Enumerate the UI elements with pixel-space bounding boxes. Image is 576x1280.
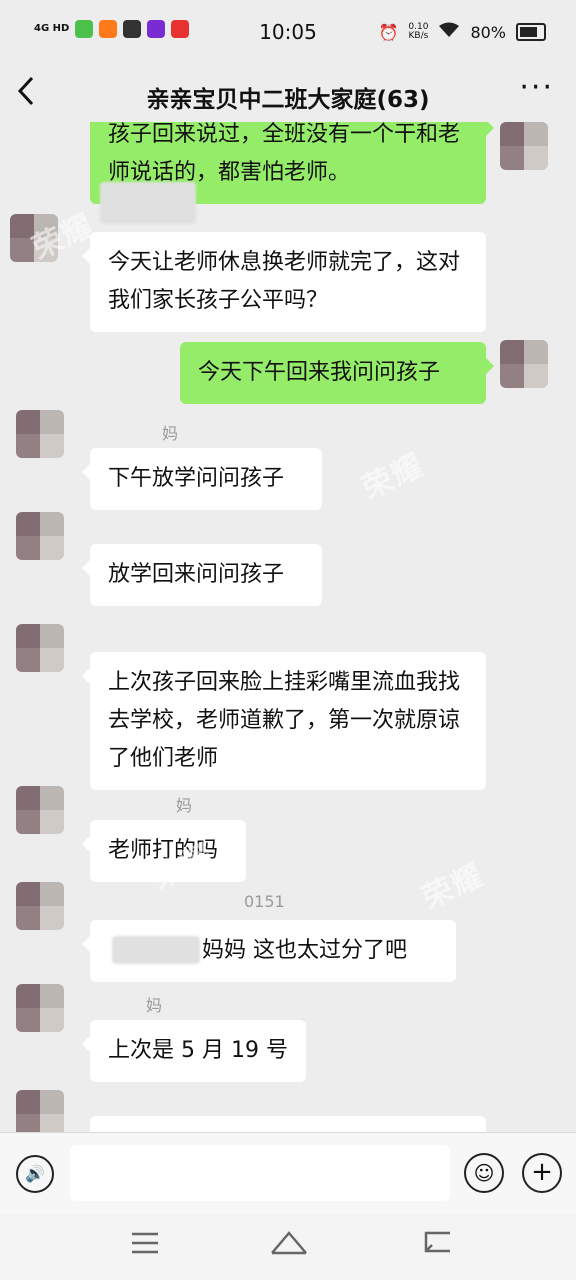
sender-nickname: 妈 <box>146 996 163 1015</box>
sender-nickname: 0151 <box>244 892 285 911</box>
avatar[interactable] <box>16 984 64 1032</box>
back-icon[interactable] <box>420 1228 454 1263</box>
message-bubble-incoming[interactable]: 妈妈 这也太过分了吧 <box>82 920 456 982</box>
status-right: ⏰ 0.10 KB/s 80% <box>378 22 546 42</box>
avatar[interactable] <box>500 122 548 170</box>
message-bubble-incoming[interactable]: 下午放学问问孩子 <box>82 448 322 510</box>
network-speed: 0.10 KB/s <box>408 22 429 41</box>
blurred-name <box>112 936 200 964</box>
battery-icon <box>516 23 546 41</box>
message-bubble-incoming[interactable]: 放学回来问问孩子 <box>82 544 322 606</box>
voice-icon[interactable]: 🔊 <box>16 1155 54 1193</box>
avatar[interactable] <box>16 624 64 672</box>
sender-nickname: 妈 <box>162 424 179 443</box>
message-bubble-incoming[interactable]: 今天让老师休息换老师就完了，这对我们家长孩子公平吗？ <box>82 232 486 332</box>
avatar[interactable] <box>16 1090 64 1132</box>
message-bubble-incoming[interactable]: 上次是 5 月 19 号 <box>82 1020 306 1082</box>
watermark: 荣耀 <box>357 447 430 507</box>
menu-icon[interactable] <box>130 1228 160 1263</box>
chat-title: 亲亲宝贝中二班大家庭(63) <box>146 87 430 113</box>
more-dots-icon[interactable]: ··· <box>519 70 554 105</box>
avatar[interactable] <box>16 410 64 458</box>
message-input-bar: 🔊 ☺ + <box>0 1132 576 1215</box>
blurred-nickname <box>100 182 196 224</box>
avatar[interactable] <box>500 340 548 388</box>
emoji-icon[interactable]: ☺ <box>464 1153 504 1193</box>
chat-message-list[interactable]: 孩子回来说过，全班没有一个干和老师说话的，都害怕老师。 今天让老师休息换老师就完… <box>0 122 576 1132</box>
message-bubble-incoming[interactable] <box>90 1116 486 1132</box>
avatar[interactable] <box>10 214 58 262</box>
home-icon[interactable] <box>270 1228 308 1263</box>
wifi-icon <box>438 22 460 42</box>
system-nav-bar <box>0 1214 576 1280</box>
avatar[interactable] <box>16 512 64 560</box>
avatar[interactable] <box>16 882 64 930</box>
message-input[interactable] <box>70 1145 450 1201</box>
plus-icon[interactable]: + <box>522 1153 562 1193</box>
battery-percent: 80% <box>470 22 506 42</box>
message-bubble-incoming[interactable]: 老师打的吗 <box>82 820 246 882</box>
status-bar: 4G HD 10:05 ⏰ 0.10 KB/s 80% <box>0 0 576 66</box>
avatar[interactable] <box>16 786 64 834</box>
chat-header: 亲亲宝贝中二班大家庭(63) ··· <box>0 66 576 122</box>
message-bubble-incoming[interactable]: 上次孩子回来脸上挂彩嘴里流血我找去学校，老师道歉了，第一次就原谅了他们老师 <box>82 652 486 790</box>
alarm-icon: ⏰ <box>378 22 399 42</box>
message-bubble-outgoing[interactable]: 今天下午回来我问问孩子 <box>180 342 494 404</box>
message-text: 妈妈 这也太过分了吧 <box>202 938 407 963</box>
sender-nickname: 妈 <box>176 796 193 815</box>
watermark: 荣耀 <box>417 857 490 917</box>
